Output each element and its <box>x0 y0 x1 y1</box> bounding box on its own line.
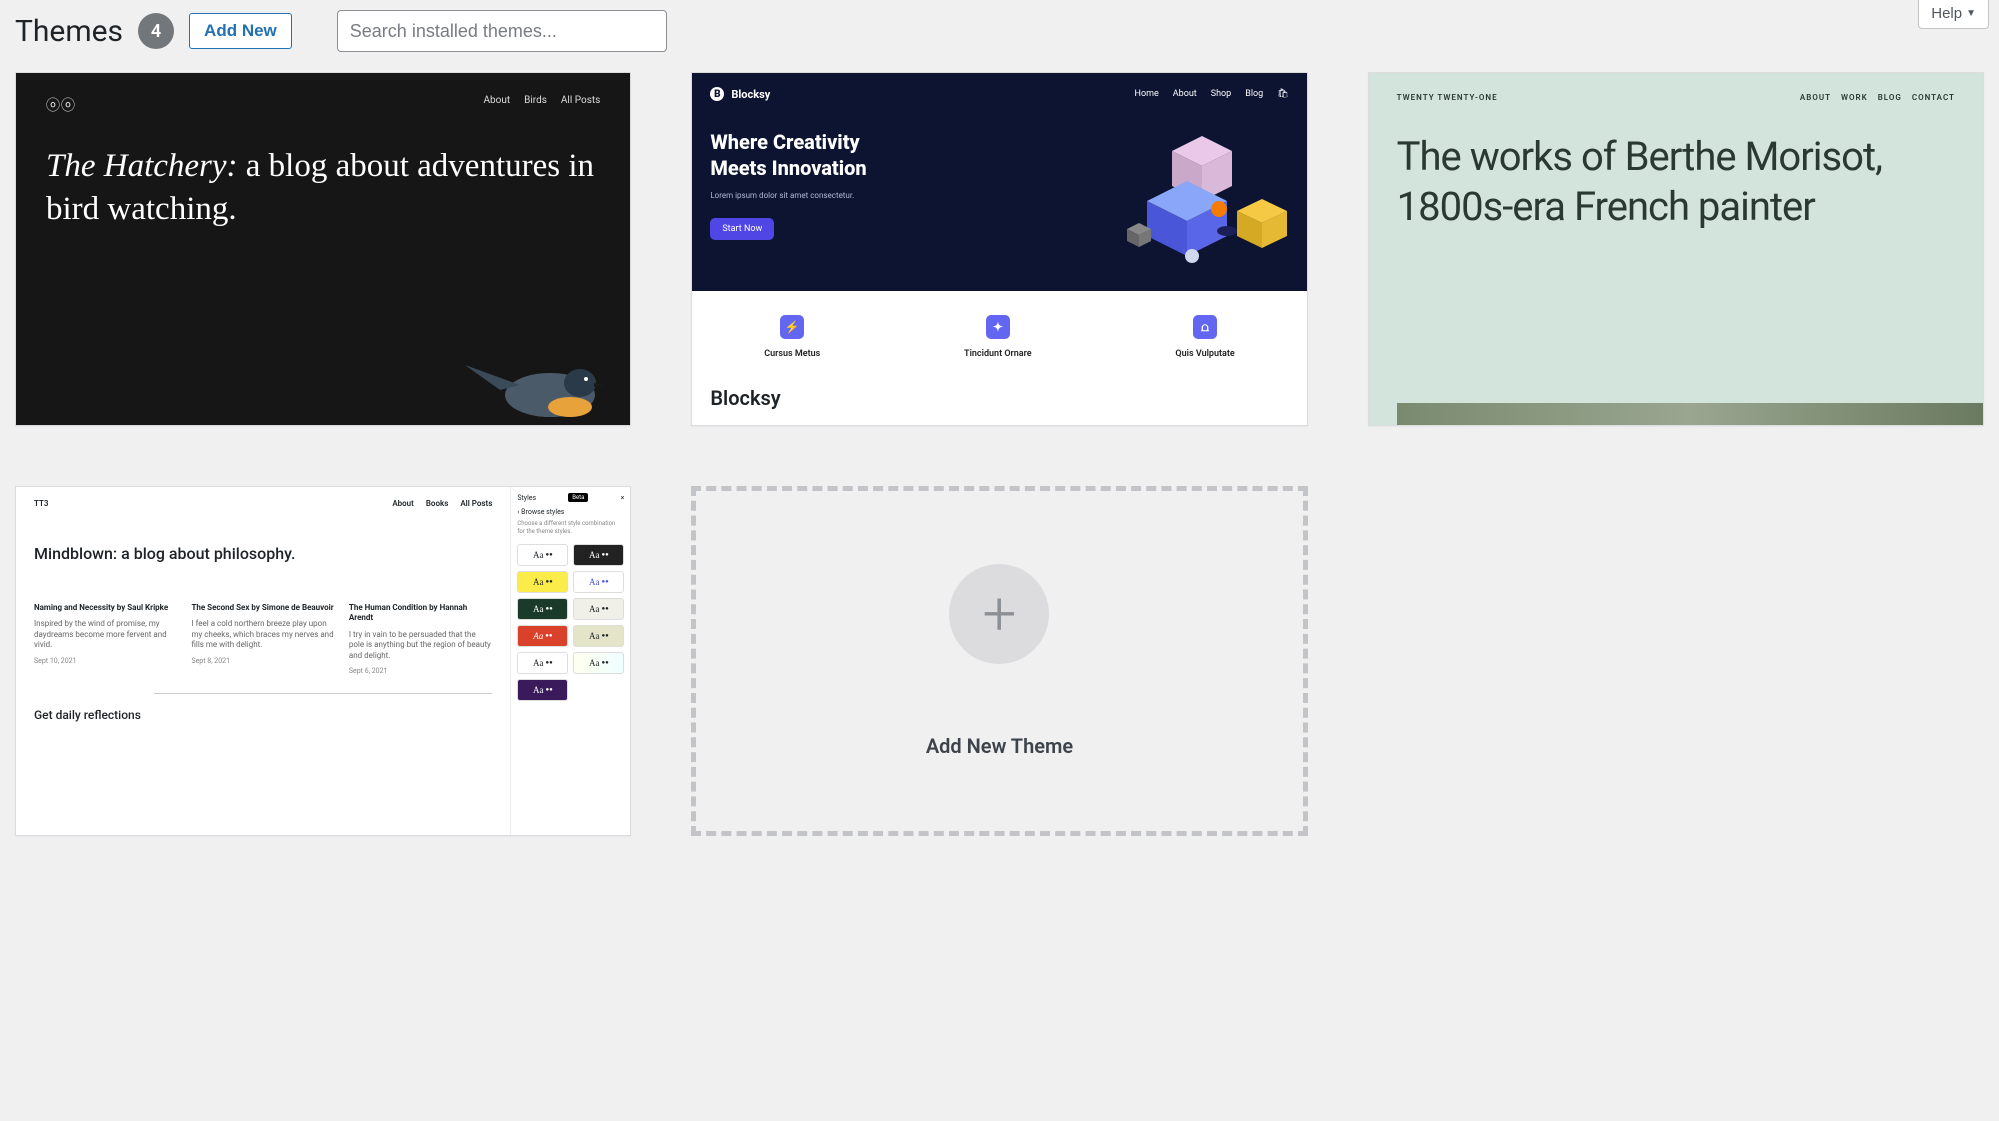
preview-features: ⚡ Cursus Metus ✦ Tincidunt Ornare ⩍ Quis… <box>692 291 1306 371</box>
preview-nav-item: ABOUT <box>1800 93 1831 102</box>
preview-styles-panel: Styles Beta × ‹ Browse styles Choose a d… <box>510 487 630 835</box>
theme-screenshot: ⓞⓞ About Birds All Posts The Hatchery: a… <box>16 73 630 425</box>
style-swatch: Aa●● <box>517 598 568 620</box>
close-icon: × <box>621 494 625 502</box>
preview-headline: Mindblown: a blog about philosophy. <box>34 544 492 563</box>
preview-nav-item: Blog <box>1245 89 1263 99</box>
bolt-icon: ⚡ <box>780 315 804 339</box>
style-swatch: Aa●● <box>573 598 624 620</box>
style-swatch: Aa●● <box>517 544 568 566</box>
theme-screenshot: TWENTY TWENTY-ONE ABOUT WORK BLOG CONTAC… <box>1369 73 1983 425</box>
preview-brand: TWENTY TWENTY-ONE <box>1397 93 1498 102</box>
preview-nav-item: WORK <box>1841 93 1868 102</box>
style-swatch: Aa●● <box>517 571 568 593</box>
add-new-button[interactable]: Add New <box>189 13 292 49</box>
preview-navbar: TT3 About Books All Posts <box>34 499 492 508</box>
preview-nav-item: About <box>392 499 414 508</box>
preview-feature: ⩍ Quis Vulputate <box>1175 315 1234 359</box>
preview-brand: TT3 <box>34 499 48 508</box>
themes-count-badge: 4 <box>138 13 174 49</box>
preview-column: The Second Sex by Simone de Beauvoir I f… <box>191 603 334 675</box>
beta-badge: Beta <box>568 493 588 502</box>
preview-nav-item: Books <box>426 499 448 508</box>
preview-navbar: B Blocksy Home About Shop Blog 🛍 <box>710 87 1288 101</box>
theme-card-twenty-twenty-two[interactable]: ⓞⓞ About Birds All Posts The Hatchery: a… <box>15 72 631 426</box>
style-swatch: Aa●● <box>573 625 624 647</box>
preview-nav-item: CONTACT <box>1912 93 1955 102</box>
style-swatch: Aa●● <box>517 652 568 674</box>
help-dropdown-button[interactable]: Help ▼ <box>1918 0 1989 29</box>
theme-footer: Blocksy <box>692 371 1306 425</box>
preview-brand: Blocksy <box>731 88 770 101</box>
style-swatch: Aa●● <box>573 652 624 674</box>
theme-screenshot: TT3 About Books All Posts Mindblown: a b… <box>16 487 630 835</box>
sparkle-icon: ✦ <box>986 315 1010 339</box>
header-bar: Themes 4 Add New Help ▼ <box>15 10 1984 52</box>
preview-navbar: ⓞⓞ About Birds All Posts <box>46 95 600 115</box>
preview-nav-item: About <box>484 95 511 115</box>
preview-headline: Where Creativity Meets Innovation <box>710 129 900 181</box>
preview-headline: The Hatchery: a blog about adventures in… <box>46 145 600 231</box>
preview-image-strip <box>1397 403 1983 425</box>
preview-feature: ✦ Tincidunt Ornare <box>964 315 1032 359</box>
plus-icon: + <box>983 584 1017 644</box>
preview-bottom-text: Get daily reflections <box>34 708 492 724</box>
preview-column: Naming and Necessity by Saul Kripke Insp… <box>34 603 177 675</box>
preview-nav-item: All Posts <box>561 95 600 115</box>
preview-nav-item: Home <box>1135 89 1159 99</box>
style-swatch: Aa●● <box>517 625 568 647</box>
preview-columns: Naming and Necessity by Saul Kripke Insp… <box>34 603 492 675</box>
style-swatch: Aa●● <box>573 571 624 593</box>
preview-nav-item: Shop <box>1211 89 1232 99</box>
preview-nav-item: Birds <box>524 95 547 115</box>
cart-icon: 🛍 <box>1277 89 1288 99</box>
style-swatch: Aa●● <box>517 679 568 701</box>
help-label: Help <box>1931 5 1962 22</box>
preview-navbar: TWENTY TWENTY-ONE ABOUT WORK BLOG CONTAC… <box>1397 93 1955 102</box>
add-new-theme-card[interactable]: + Add New Theme <box>691 486 1307 836</box>
bird-illustration-icon <box>460 335 620 425</box>
preview-column: The Human Condition by Hannah Arendt I t… <box>349 603 492 675</box>
preview-headline: The works of Berthe Morisot, 1800s-era F… <box>1397 132 1955 232</box>
chevron-down-icon: ▼ <box>1966 8 1976 19</box>
theme-card-twenty-twenty-one[interactable]: TWENTY TWENTY-ONE ABOUT WORK BLOG CONTAC… <box>1368 72 1984 426</box>
preview-nav-item: About <box>1173 89 1197 99</box>
theme-screenshot: B Blocksy Home About Shop Blog 🛍 Where C… <box>692 73 1306 371</box>
shop-icon: ⩍ <box>1193 315 1217 339</box>
themes-grid: ⓞⓞ About Birds All Posts The Hatchery: a… <box>15 72 1984 836</box>
preview-feature: ⚡ Cursus Metus <box>764 315 820 359</box>
preview-logo: ⓞⓞ <box>46 95 76 115</box>
theme-card-blocksy[interactable]: B Blocksy Home About Shop Blog 🛍 Where C… <box>691 72 1307 426</box>
add-new-theme-label: Add New Theme <box>926 734 1073 758</box>
preview-cta-button: Start Now <box>710 218 774 240</box>
add-circle-icon: + <box>949 564 1049 664</box>
preview-nav-item: All Posts <box>460 499 492 508</box>
theme-footer: Twenty Twenty-One <box>1369 425 1983 426</box>
theme-card-twenty-twenty-three[interactable]: TT3 About Books All Posts Mindblown: a b… <box>15 486 631 836</box>
theme-footer: Active: Twenty Twenty-Two Customize <box>16 425 630 426</box>
page-title: Themes <box>15 14 123 49</box>
preview-nav-item: BLOG <box>1878 93 1902 102</box>
preview-logo-icon: B <box>710 87 724 101</box>
isometric-art-icon <box>1117 101 1297 271</box>
search-input[interactable] <box>337 10 667 52</box>
theme-footer: Twenty Twenty-Three <box>16 835 630 836</box>
style-swatch: Aa●● <box>573 544 624 566</box>
